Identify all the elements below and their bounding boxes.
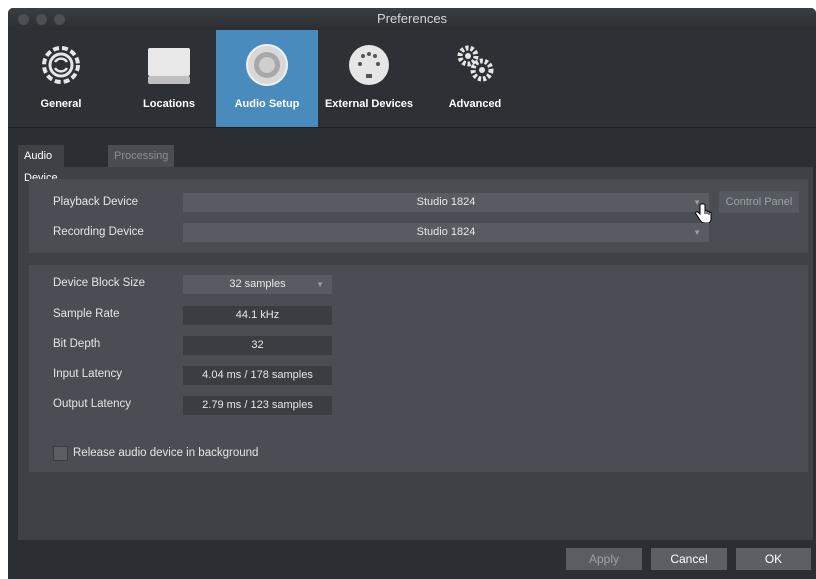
release-audio-label: Release audio device in background [73,447,259,459]
playback-device-label: Playback Device [53,196,139,208]
footer-bar: Apply Cancel OK [8,540,816,579]
recording-device-dropdown[interactable]: Studio 1824 ▼ [183,223,709,242]
settings-panel: Device Block Size 32 samples ▼ Sample Ra… [29,265,808,472]
playback-device-dropdown[interactable]: Studio 1824 ▼ [183,193,709,212]
bit-depth-label: Bit Depth [53,338,101,350]
chevron-down-icon: ▼ [316,280,324,289]
toolbar-external-devices-label: External Devices [324,98,414,110]
control-panel-button[interactable]: Control Panel [719,191,799,213]
ok-button[interactable]: OK [736,548,811,570]
release-audio-checkbox[interactable] [53,446,68,461]
input-latency-value: 4.04 ms / 178 samples [183,366,332,385]
toolbar-audio-setup[interactable]: Audio Setup [216,30,318,127]
preferences-window: Preferences General Locations Audio Setu… [8,8,816,579]
close-window-button[interactable] [18,14,29,25]
output-latency-label: Output Latency [53,398,131,410]
toolbar-audio-setup-label: Audio Setup [234,98,300,110]
speaker-icon [246,44,288,86]
tab-processing[interactable]: Processing [108,145,175,167]
toolbar-general-label: General [40,98,82,110]
window-title: Preferences [376,11,448,26]
device-block-size-label: Device Block Size [53,277,146,289]
input-latency-label: Input Latency [53,368,123,380]
midi-icon [349,45,389,85]
apply-button[interactable]: Apply [566,548,642,570]
minimize-window-button[interactable] [36,14,47,25]
chevron-down-icon: ▼ [693,228,701,237]
cancel-button[interactable]: Cancel [651,548,727,570]
toolbar-external-devices[interactable]: External Devices [318,30,420,127]
preferences-toolbar: General Locations Audio Setup External D… [8,30,816,128]
toolbar-locations-label: Locations [143,98,195,110]
gears-icon [457,45,494,82]
audio-setup-content: Audio Device Processing Playback Device … [18,135,813,540]
sample-rate-value: 44.1 kHz [183,306,332,325]
recording-device-label: Recording Device [53,226,144,238]
hand-cursor-icon [695,203,712,224]
zoom-window-button[interactable] [54,14,65,25]
toolbar-general[interactable]: General [10,30,112,127]
toolbar-advanced-label: Advanced [448,98,502,110]
drive-icon [148,48,190,84]
toolbar-locations[interactable]: Locations [118,30,220,127]
title-bar: Preferences [8,8,816,30]
device-block-size-value: 32 samples [229,278,286,290]
bit-depth-value: 32 [183,336,332,355]
playback-device-value: Studio 1824 [416,196,476,208]
gear-cycle-icon [42,46,80,84]
tab-audio-device[interactable]: Audio Device [18,145,64,184]
device-block-size-dropdown[interactable]: 32 samples ▼ [183,275,332,294]
output-latency-value: 2.79 ms / 123 samples [183,396,332,415]
toolbar-advanced[interactable]: Advanced [424,30,526,127]
recording-device-value: Studio 1824 [416,226,476,238]
sample-rate-label: Sample Rate [53,308,120,320]
device-panel: Playback Device Studio 1824 ▼ Control Pa… [29,179,808,253]
